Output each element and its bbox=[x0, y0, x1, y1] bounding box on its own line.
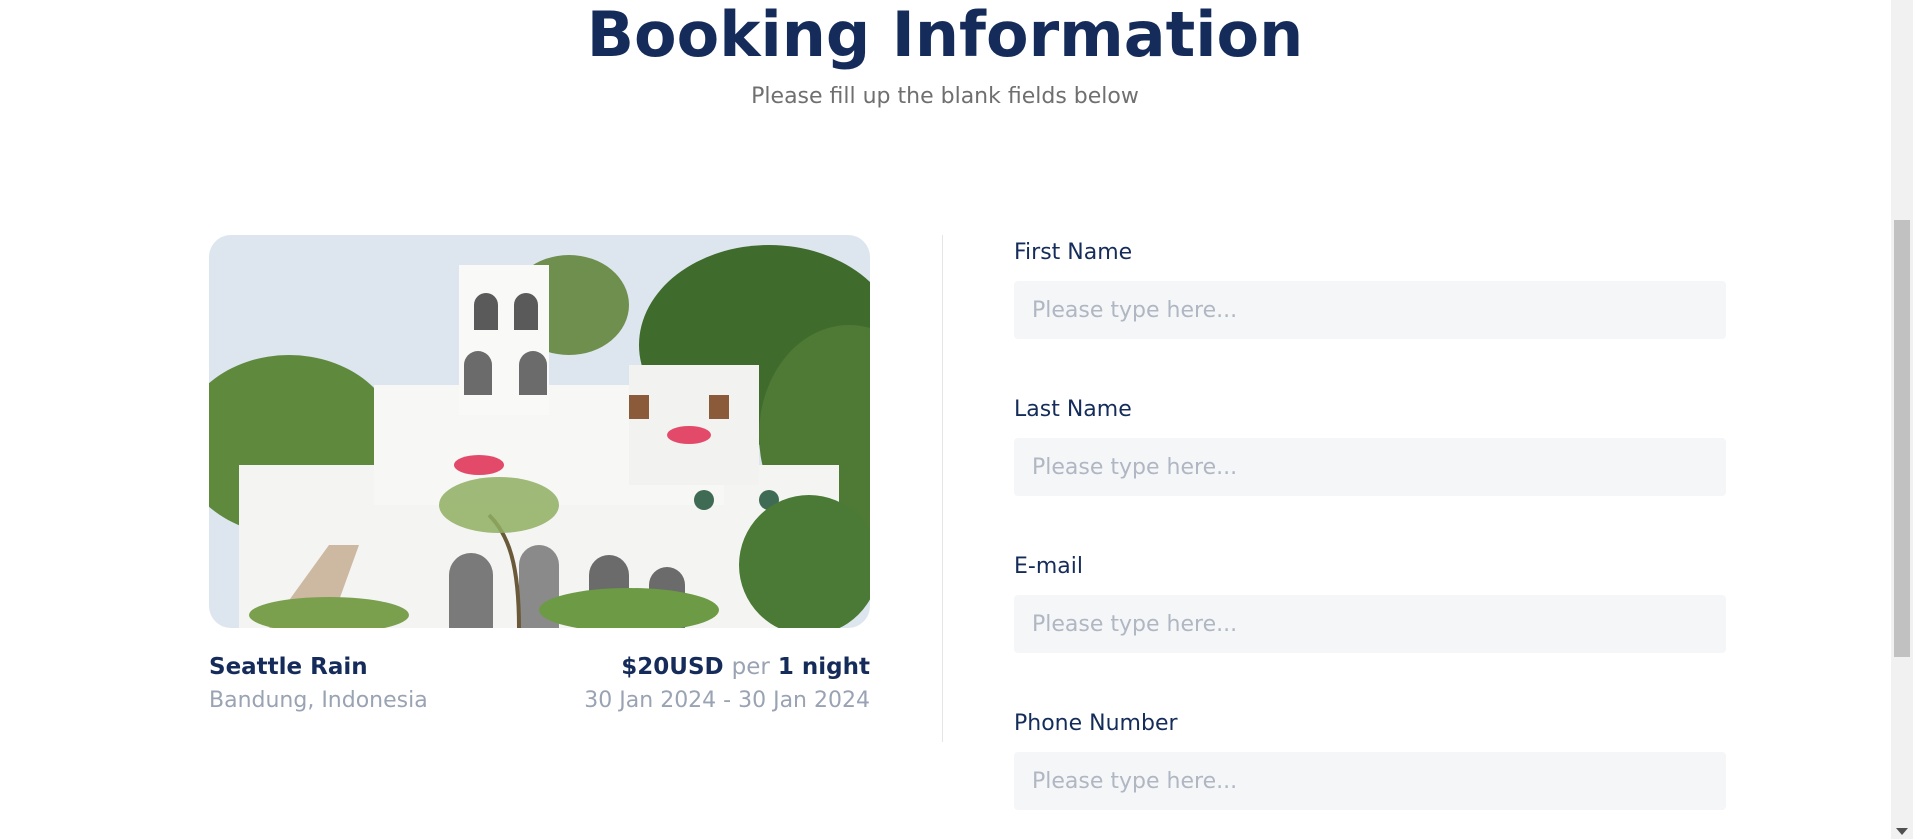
email-input[interactable] bbox=[1014, 595, 1726, 653]
phone-number-input[interactable] bbox=[1014, 752, 1726, 810]
page-title: Booking Information bbox=[586, 0, 1304, 71]
last-name-input[interactable] bbox=[1014, 438, 1726, 496]
phone-number-label: Phone Number bbox=[1014, 711, 1178, 736]
page-subtitle: Please fill up the blank fields below bbox=[751, 84, 1139, 109]
vertical-divider bbox=[942, 235, 943, 742]
first-name-field-group: First Name bbox=[1014, 240, 1726, 339]
price-amount: $20USD bbox=[621, 654, 724, 680]
hotel-info: Seattle Rain Bandung, Indonesia $20USD p… bbox=[209, 654, 870, 713]
stay-dates: 30 Jan 2024 - 30 Jan 2024 bbox=[584, 688, 870, 713]
hotel-card: Seattle Rain Bandung, Indonesia $20USD p… bbox=[209, 235, 870, 713]
first-name-label: First Name bbox=[1014, 240, 1133, 265]
last-name-label: Last Name bbox=[1014, 397, 1132, 422]
hotel-name: Seattle Rain bbox=[209, 654, 368, 680]
email-field-group: E-mail bbox=[1014, 554, 1726, 653]
last-name-field-group: Last Name bbox=[1014, 397, 1726, 496]
hotel-location: Bandung, Indonesia bbox=[209, 688, 428, 713]
booking-summary: $20USD per 1 night 30 Jan 2024 - 30 Jan … bbox=[584, 654, 870, 713]
email-label: E-mail bbox=[1014, 554, 1083, 579]
page-scrollbar[interactable] bbox=[1891, 0, 1913, 839]
booking-form: First Name Last Name E-mail Phone Number bbox=[1014, 240, 1726, 839]
scroll-down-arrow-icon[interactable] bbox=[1896, 828, 1908, 835]
price-line: $20USD per 1 night bbox=[584, 654, 870, 680]
phone-field-group: Phone Number bbox=[1014, 711, 1726, 810]
stay-duration: 1 night bbox=[777, 654, 870, 680]
price-per: per bbox=[731, 654, 770, 680]
booking-page: Booking Information Please fill up the b… bbox=[0, 0, 1913, 839]
scrollbar-thumb[interactable] bbox=[1894, 220, 1910, 657]
hotel-photo bbox=[209, 235, 870, 628]
first-name-input[interactable] bbox=[1014, 281, 1726, 339]
hotel-details: Seattle Rain Bandung, Indonesia bbox=[209, 654, 428, 713]
